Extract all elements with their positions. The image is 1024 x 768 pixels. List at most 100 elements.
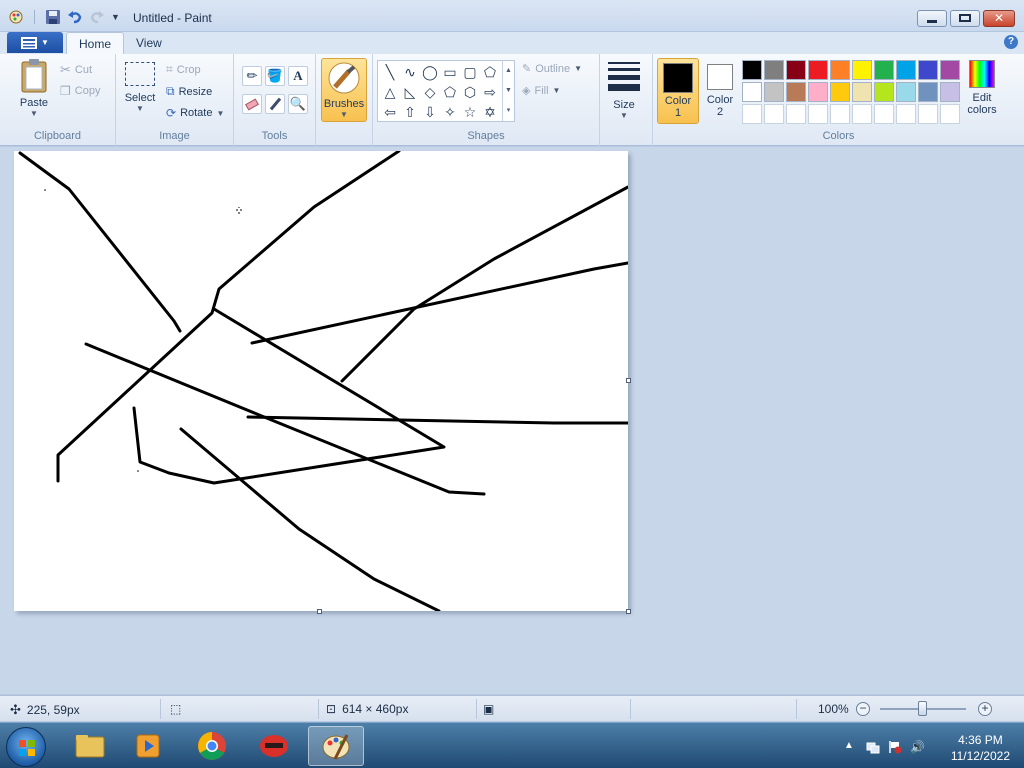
rectangle-shape-icon[interactable]: ▭	[440, 62, 460, 82]
color2-button[interactable]: Color 2	[699, 58, 741, 124]
undo-icon[interactable]	[67, 9, 83, 25]
right-arrow-shape-icon[interactable]: ⇨	[480, 82, 500, 102]
pentagon-shape-icon[interactable]: ⬠	[440, 82, 460, 102]
palette-swatch[interactable]	[786, 60, 806, 80]
zoom-slider-thumb[interactable]	[918, 701, 927, 716]
taskbar-paint[interactable]	[308, 726, 364, 766]
size-button[interactable]: Size ▼	[604, 62, 644, 120]
right-triangle-shape-icon[interactable]: ◺	[400, 82, 420, 102]
resize-button[interactable]: ⧉ Resize	[166, 84, 212, 99]
palette-empty-swatch[interactable]	[742, 104, 762, 124]
five-point-star-shape-icon[interactable]: ☆	[460, 102, 480, 122]
color1-button[interactable]: Color 1	[657, 58, 699, 124]
taskbar-chrome[interactable]	[184, 726, 240, 766]
palette-swatch[interactable]	[742, 60, 762, 80]
brushes-button[interactable]: Brushes ▼	[321, 58, 367, 122]
save-icon[interactable]	[45, 9, 61, 25]
palette-swatch[interactable]	[830, 82, 850, 102]
palette-swatch[interactable]	[808, 82, 828, 102]
palette-swatch[interactable]	[808, 60, 828, 80]
cut-button[interactable]: ✂ Cut	[60, 62, 92, 78]
edit-colors-button[interactable]: Edit colors	[964, 60, 1000, 116]
paint-app-icon[interactable]	[8, 9, 24, 25]
fill-button[interactable]: ◈ Fill ▼	[522, 84, 560, 98]
eraser-icon[interactable]	[242, 94, 262, 114]
palette-swatch[interactable]	[940, 60, 960, 80]
taskbar-app-red[interactable]	[246, 726, 302, 766]
magnifier-icon[interactable]: 🔍	[288, 94, 308, 114]
taskbar-media-player[interactable]	[120, 726, 176, 766]
palette-swatch[interactable]	[918, 60, 938, 80]
outline-button[interactable]: ✎ Outline ▼	[522, 62, 582, 76]
color-picker-icon[interactable]	[265, 94, 285, 114]
taskbar-explorer[interactable]	[62, 726, 118, 766]
show-hidden-icons-icon[interactable]: ▲	[844, 740, 858, 754]
palette-swatch[interactable]	[852, 60, 872, 80]
palette-swatch[interactable]	[852, 82, 872, 102]
rotate-button[interactable]: ⟳ Rotate ▼	[166, 106, 224, 120]
tab-view[interactable]: View	[124, 32, 174, 54]
drawing-canvas[interactable]	[14, 149, 630, 613]
maximize-button[interactable]	[950, 10, 980, 27]
zoom-in-button[interactable]: +	[978, 702, 992, 716]
palette-empty-swatch[interactable]	[874, 104, 894, 124]
paste-button[interactable]: Paste ▼	[14, 58, 54, 118]
four-point-star-shape-icon[interactable]: ✧	[440, 102, 460, 122]
palette-empty-swatch[interactable]	[852, 104, 872, 124]
resize-handle-corner[interactable]	[626, 609, 631, 614]
palette-empty-swatch[interactable]	[808, 104, 828, 124]
paste-dropdown-icon[interactable]: ▼	[14, 109, 54, 118]
resize-handle-right[interactable]	[626, 378, 631, 383]
polygon-shape-icon[interactable]: ⬠	[480, 62, 500, 82]
palette-swatch[interactable]	[918, 82, 938, 102]
left-arrow-shape-icon[interactable]: ⇦	[380, 102, 400, 122]
down-arrow-shape-icon[interactable]: ⇩	[420, 102, 440, 122]
palette-empty-swatch[interactable]	[764, 104, 784, 124]
minimize-button[interactable]	[917, 10, 947, 27]
tab-home[interactable]: Home	[66, 32, 125, 54]
help-icon[interactable]: ?	[1004, 35, 1018, 49]
palette-swatch[interactable]	[874, 60, 894, 80]
rounded-rectangle-shape-icon[interactable]: ▢	[460, 62, 480, 82]
action-center-flag-icon[interactable]	[888, 740, 902, 754]
palette-swatch[interactable]	[830, 60, 850, 80]
palette-empty-swatch[interactable]	[786, 104, 806, 124]
hexagon-shape-icon[interactable]: ⬡	[460, 82, 480, 102]
select-dropdown-icon[interactable]: ▼	[122, 104, 158, 113]
up-arrow-shape-icon[interactable]: ⇧	[400, 102, 420, 122]
palette-swatch[interactable]	[786, 82, 806, 102]
palette-swatch[interactable]	[940, 82, 960, 102]
palette-empty-swatch[interactable]	[918, 104, 938, 124]
fill-bucket-icon[interactable]: 🪣	[265, 66, 285, 86]
shapes-scroll[interactable]: ▲ ▼ ▾	[502, 61, 514, 121]
six-point-star-shape-icon[interactable]: ✡	[480, 102, 500, 122]
diamond-shape-icon[interactable]: ◇	[420, 82, 440, 102]
palette-swatch[interactable]	[764, 60, 784, 80]
redo-icon[interactable]	[89, 9, 105, 25]
palette-empty-swatch[interactable]	[830, 104, 850, 124]
oval-shape-icon[interactable]: ◯	[420, 62, 440, 82]
volume-icon[interactable]: 🔊	[910, 740, 925, 754]
palette-swatch[interactable]	[896, 60, 916, 80]
curve-shape-icon[interactable]: ∿	[400, 62, 420, 82]
palette-empty-swatch[interactable]	[896, 104, 916, 124]
palette-swatch[interactable]	[764, 82, 784, 102]
line-shape-icon[interactable]: ╲	[380, 62, 400, 82]
palette-swatch[interactable]	[896, 82, 916, 102]
triangle-shape-icon[interactable]: △	[380, 82, 400, 102]
network-icon[interactable]	[866, 740, 880, 754]
palette-empty-swatch[interactable]	[940, 104, 960, 124]
pencil-icon[interactable]: ✏	[242, 66, 262, 86]
close-button[interactable]: ✕	[983, 10, 1015, 27]
text-tool-icon[interactable]: A	[288, 66, 308, 86]
palette-swatch[interactable]	[874, 82, 894, 102]
select-button[interactable]: Select ▼	[122, 62, 158, 113]
palette-swatch[interactable]	[742, 82, 762, 102]
zoom-out-button[interactable]: −	[856, 702, 870, 716]
resize-handle-bottom[interactable]	[317, 609, 322, 614]
clock[interactable]: 4:36 PM 11/12/2022	[951, 732, 1010, 764]
crop-button[interactable]: ⌗ Crop	[166, 62, 201, 77]
customize-qa-dropdown-icon[interactable]: ▼	[111, 12, 120, 22]
copy-button[interactable]: ❐ Copy	[60, 84, 100, 98]
start-button[interactable]	[6, 727, 46, 767]
